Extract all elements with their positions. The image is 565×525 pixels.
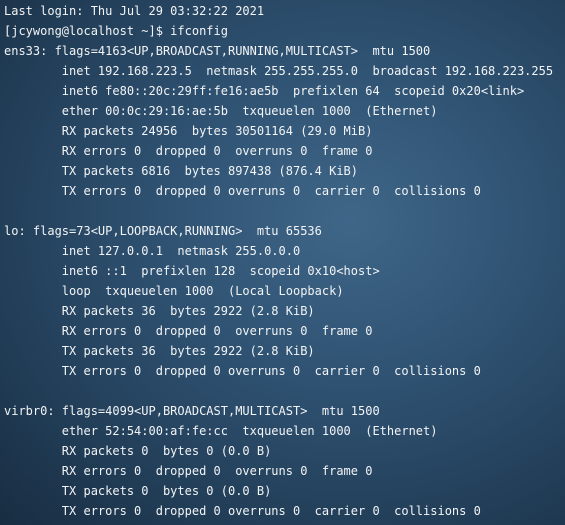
ens33-inet6-line: inet6 fe80::20c:29ff:fe16:ae5b prefixlen…: [4, 84, 525, 98]
lo-inet-line: inet 127.0.0.1 netmask 255.0.0.0: [4, 244, 301, 258]
terminal-window[interactable]: Last login: Thu Jul 29 03:32:22 2021 [jc…: [0, 0, 565, 525]
ens33-tx-packets-line: TX packets 6816 bytes 897438 (876.4 KiB): [4, 164, 359, 178]
last-login-line: Last login: Thu Jul 29 03:32:22 2021: [4, 4, 265, 18]
virbr0-tx-errors-line: TX errors 0 dropped 0 overruns 0 carrier…: [4, 504, 481, 518]
lo-flags-line: lo: flags=73<UP,LOOPBACK,RUNNING> mtu 65…: [4, 224, 322, 238]
command-prompt-line: [jcywong@localhost ~]$ ifconfig: [4, 24, 228, 38]
ens33-flags-line: ens33: flags=4163<UP,BROADCAST,RUNNING,M…: [4, 44, 431, 58]
lo-loop-line: loop txqueuelen 1000 (Local Loopback): [4, 284, 344, 298]
lo-rx-errors-line: RX errors 0 dropped 0 overruns 0 frame 0: [4, 324, 373, 338]
ens33-rx-errors-line: RX errors 0 dropped 0 overruns 0 frame 0: [4, 144, 373, 158]
ens33-inet-line: inet 192.168.223.5 netmask 255.255.255.0…: [4, 64, 554, 78]
virbr0-rx-packets-line: RX packets 0 bytes 0 (0.0 B): [4, 444, 272, 458]
ens33-rx-packets-line: RX packets 24956 bytes 30501164 (29.0 Mi…: [4, 124, 373, 138]
lo-tx-packets-line: TX packets 36 bytes 2922 (2.8 KiB): [4, 344, 315, 358]
lo-rx-packets-line: RX packets 36 bytes 2922 (2.8 KiB): [4, 304, 315, 318]
lo-inet6-line: inet6 ::1 prefixlen 128 scopeid 0x10<hos…: [4, 264, 380, 278]
virbr0-tx-packets-line: TX packets 0 bytes 0 (0.0 B): [4, 484, 272, 498]
ens33-ether-line: ether 00:0c:29:16:ae:5b txqueuelen 1000 …: [4, 104, 438, 118]
ens33-tx-errors-line: TX errors 0 dropped 0 overruns 0 carrier…: [4, 184, 481, 198]
virbr0-rx-errors-line: RX errors 0 dropped 0 overruns 0 frame 0: [4, 464, 373, 478]
lo-tx-errors-line: TX errors 0 dropped 0 overruns 0 carrier…: [4, 364, 481, 378]
virbr0-flags-line: virbr0: flags=4099<UP,BROADCAST,MULTICAS…: [4, 404, 380, 418]
virbr0-ether-line: ether 52:54:00:af:fe:cc txqueuelen 1000 …: [4, 424, 438, 438]
